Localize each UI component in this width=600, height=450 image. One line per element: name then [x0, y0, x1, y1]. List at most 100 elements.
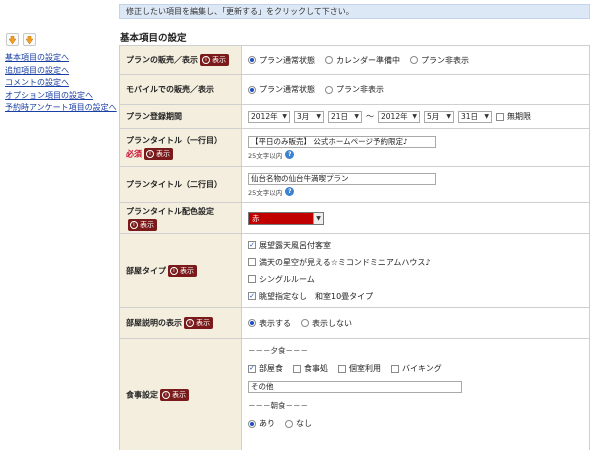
section-title: 基本項目の設定 [120, 33, 187, 44]
display-badge[interactable]: i 表示 [128, 218, 157, 231]
info-icon: i [170, 266, 178, 275]
unlimited-checkbox[interactable]: 無期限 [496, 111, 531, 122]
sidebar-link-basic[interactable]: 基本項目の設定へ [5, 52, 117, 65]
display-badge[interactable]: i 表示 [200, 54, 229, 66]
chevron-down-icon: ▼ [354, 113, 359, 120]
row-room-desc: 部屋説明の表示 i 表示 表示する 表示しない [119, 307, 590, 339]
row-label-title1: プランタイトル（一行目） [126, 136, 222, 145]
row-label-period: プラン登録期間 [119, 104, 242, 129]
room-checkbox-3[interactable]: シングルルーム [248, 274, 583, 285]
checkbox-icon [338, 364, 346, 373]
radio-icon [248, 319, 256, 327]
checkbox-icon [248, 275, 256, 283]
radio-icon [325, 85, 333, 94]
radio-icon [325, 56, 333, 64]
checkbox-icon [293, 364, 301, 373]
title2-input[interactable]: 仙台名物の仙台牛満喫プラン [248, 172, 436, 185]
title2-hint: 25文字以内 [248, 188, 283, 197]
chevron-down-icon: ▼ [313, 212, 323, 224]
row-label-room-desc: 部屋説明の表示 [126, 318, 182, 328]
end-year-select[interactable]: 2012年 ▼ [378, 110, 420, 123]
sidebar-link-comment[interactable]: コメントの設定へ [5, 77, 117, 90]
date-separator: ～ [366, 112, 374, 121]
info-icon: i [186, 319, 194, 327]
breakfast-heading: －－－朝食－－－ [248, 401, 308, 410]
dinner-heading: －－－夕食－－－ [248, 346, 308, 355]
chevron-down-icon: ▼ [316, 113, 321, 120]
checkbox-icon [496, 112, 504, 121]
chevron-down-icon: ▼ [484, 113, 489, 120]
radio-icon [248, 85, 256, 94]
room-checkbox-2[interactable]: 満天の星空が見える☆ミコンドミニアムハウス♪ [248, 257, 583, 268]
checkbox-checked-icon: ✓ [248, 240, 256, 249]
radio-icon [248, 56, 256, 64]
arrow-down-icon[interactable] [23, 33, 36, 46]
radio-icon [248, 419, 256, 428]
radio-mobile-normal[interactable]: プラン通常状態 [248, 84, 315, 95]
row-meal: 食事設定 i 表示 －－－夕食－－－ ✓ 部屋食 食事処 個室利用 バイキング その他… [119, 338, 590, 450]
radio-icon [410, 56, 418, 64]
scroll-arrows [6, 33, 36, 46]
breakfast-radio-no[interactable]: なし [285, 418, 312, 429]
dinner-checkbox-private[interactable]: 個室利用 [338, 363, 381, 374]
row-mobile: モバイルでの販売／表示 プラン通常状態 プラン非表示 [119, 74, 590, 105]
start-day-select[interactable]: 21日 ▼ [328, 110, 362, 123]
meal-other-input[interactable]: その他 [248, 381, 462, 393]
checkbox-icon [391, 364, 399, 373]
help-icon[interactable]: ? [285, 187, 295, 196]
dinner-checkbox-room[interactable]: ✓ 部屋食 [248, 363, 283, 374]
row-label-title2: プランタイトル（二行目） [119, 166, 242, 203]
title1-input[interactable]: 【平日のみ販売】 公式ホームページ予約限定♪ [248, 135, 436, 148]
display-badge[interactable]: i 表示 [160, 388, 189, 401]
row-label-room: 部屋タイプ [126, 266, 166, 275]
row-title2: プランタイトル（二行目） 仙台名物の仙台牛満喫プラン 25文字以内? [119, 166, 590, 203]
row-label-mobile: モバイルでの販売／表示 [119, 74, 242, 105]
info-icon: i [130, 220, 138, 229]
sidebar-link-additional[interactable]: 追加項目の設定へ [5, 65, 117, 78]
title-color-select[interactable]: 赤 ▼ [248, 211, 324, 225]
dinner-checkbox-buffet[interactable]: バイキング [391, 363, 442, 374]
settings-form: プランの販売／表示 i 表示 プラン通常状態 カレンダー準備中 プラン非表示 モバイ… [119, 45, 590, 450]
required-label: 必須 [126, 149, 142, 159]
row-label-sale: プランの販売／表示 [126, 55, 198, 65]
info-icon: i [162, 390, 170, 399]
display-badge[interactable]: i 表示 [144, 148, 173, 160]
sidebar: 基本項目の設定へ 追加項目の設定へ コメントの設定へ オプション項目の設定へ 予… [0, 0, 118, 450]
help-icon[interactable]: ? [285, 150, 295, 159]
chevron-down-icon: ▼ [446, 113, 451, 120]
start-month-select[interactable]: 3月 ▼ [294, 110, 324, 123]
radio-room-desc-hide[interactable]: 表示しない [301, 318, 352, 329]
room-checkbox-1[interactable]: ✓ 展望露天風呂付客室 [248, 240, 583, 251]
arrow-down-icon[interactable] [6, 33, 19, 46]
checkbox-checked-icon: ✓ [248, 291, 256, 300]
row-period: プラン登録期間 2012年 ▼ 3月 ▼ 21日 ▼ ～ 2012年 ▼ 5月 ▼ 31日… [119, 104, 590, 129]
sidebar-link-survey[interactable]: 予約時アンケート項目の設定へ [5, 102, 117, 115]
room-checkbox-4[interactable]: ✓ 眺望指定なし 和室10畳タイプ [248, 291, 583, 302]
row-label-title-color: プランタイトル配色設定 [126, 206, 214, 216]
display-badge[interactable]: i 表示 [184, 317, 213, 329]
radio-sale-hidden[interactable]: プラン非表示 [410, 55, 469, 66]
info-icon: i [146, 150, 154, 158]
row-label-meal: 食事設定 [126, 390, 158, 399]
title1-hint: 25文字以内 [248, 151, 283, 160]
chevron-down-icon: ▼ [412, 113, 417, 120]
radio-sale-calendar[interactable]: カレンダー準備中 [325, 55, 400, 66]
radio-icon [301, 319, 309, 327]
row-title1: プランタイトル（一行目） 必須 i 表示 【平日のみ販売】 公式ホームページ予約限定… [119, 128, 590, 167]
checkbox-checked-icon: ✓ [248, 364, 256, 373]
end-month-select[interactable]: 5月 ▼ [424, 110, 454, 123]
chevron-down-icon: ▼ [282, 113, 287, 120]
radio-sale-normal[interactable]: プラン通常状態 [248, 55, 315, 66]
end-day-select[interactable]: 31日 ▼ [458, 110, 492, 123]
row-room: 部屋タイプ i 表示 ✓ 展望露天風呂付客室 満天の星空が見える☆ミコンドミニアムハウ… [119, 233, 590, 308]
info-icon: i [202, 56, 210, 64]
display-badge[interactable]: i 表示 [168, 264, 197, 277]
radio-mobile-hidden[interactable]: プラン非表示 [325, 84, 384, 95]
radio-icon [285, 419, 293, 428]
breakfast-radio-yes[interactable]: あり [248, 418, 275, 429]
start-year-select[interactable]: 2012年 ▼ [248, 110, 290, 123]
radio-room-desc-show[interactable]: 表示する [248, 318, 291, 329]
checkbox-icon [248, 258, 256, 266]
dinner-checkbox-restaurant[interactable]: 食事処 [293, 363, 328, 374]
sidebar-link-option[interactable]: オプション項目の設定へ [5, 90, 117, 103]
